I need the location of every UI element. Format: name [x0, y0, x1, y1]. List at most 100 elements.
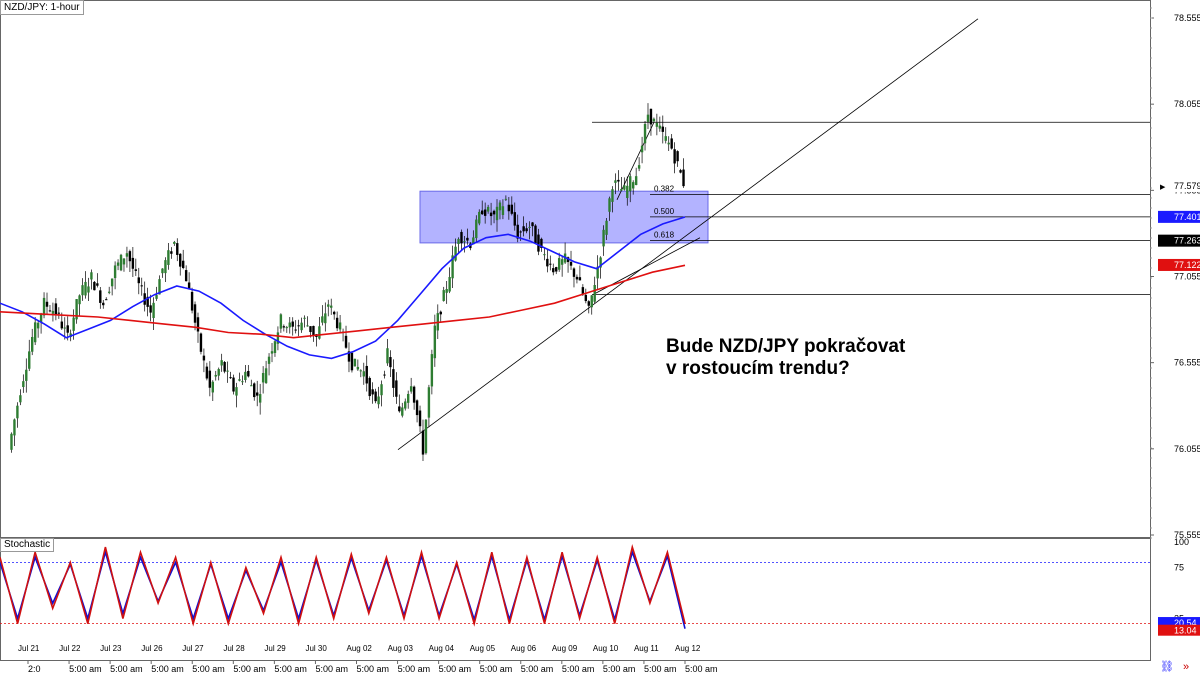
candle-up [235, 387, 238, 396]
candle-up [614, 180, 617, 183]
candle-down [587, 301, 590, 306]
candle-down [415, 400, 419, 416]
candle-down [421, 430, 425, 455]
x-sub-label: 5:00 am [480, 664, 513, 674]
candle-down [335, 317, 339, 329]
candle-up [63, 327, 66, 329]
swing-line [616, 122, 655, 200]
y-tick-label: 78.555 [1174, 13, 1200, 23]
candle-down [256, 392, 259, 396]
candle-up [13, 419, 16, 436]
candle-up [250, 385, 253, 387]
candle-down [294, 329, 297, 331]
price-tag-label: 77.579 [1174, 181, 1200, 191]
indicator-label: Stochastic [0, 538, 55, 552]
candle-up [288, 322, 291, 328]
candle-down [531, 222, 534, 227]
candle-down [344, 335, 348, 348]
candle-up [211, 381, 214, 393]
candle-down [184, 270, 188, 282]
candle-down [309, 326, 312, 333]
candle-up [279, 314, 283, 329]
candle-down [439, 311, 442, 315]
candle-down [282, 326, 286, 328]
candle-up [33, 322, 37, 343]
candle-up [161, 268, 164, 274]
x-tick-label: Aug 03 [388, 644, 414, 653]
x-sub-label: 5:00 am [151, 664, 184, 674]
candle-up [318, 326, 321, 339]
candle-down [149, 305, 152, 313]
x-sub-label: 5:00 am [274, 664, 307, 674]
x-sub-label: 5:00 am [398, 664, 431, 674]
candle-down [392, 369, 395, 388]
candle-up [557, 258, 561, 270]
candle-down [383, 374, 386, 376]
price-tag-label: 77.122 [1174, 260, 1200, 270]
x-sub-label: 5:00 am [521, 664, 554, 674]
x-sub-label: 5:00 am [685, 664, 718, 674]
candle-up [155, 295, 158, 299]
candle-up [442, 290, 445, 301]
candle-down [661, 126, 664, 132]
candle-down [537, 234, 540, 252]
candle-up [113, 265, 117, 279]
candle-up [244, 371, 247, 381]
candle-up [119, 254, 123, 271]
candle-down [140, 285, 143, 287]
candle-up [16, 405, 19, 419]
fib-label: 0.500 [654, 207, 675, 216]
candle-down [60, 321, 64, 329]
chain-link-icon[interactable]: ⛓ [1160, 661, 1174, 673]
candle-down [368, 377, 371, 397]
candle-up [626, 185, 629, 199]
price-chart[interactable]: 78.55578.05577.55577.05576.55576.05575.5… [0, 0, 1200, 675]
x-tick-label: Jul 21 [18, 644, 40, 653]
double-chevron-right-icon[interactable]: » [1183, 661, 1189, 673]
stoch-k-line [0, 544, 686, 627]
candle-up [173, 241, 176, 244]
candle-up [36, 322, 40, 329]
candle-up [631, 182, 635, 189]
price-tag-label: 77.401 [1174, 212, 1200, 222]
candle-down [513, 212, 516, 226]
candle-up [42, 297, 46, 316]
candle-down [525, 228, 528, 232]
x-tick-label: Aug 04 [429, 644, 455, 653]
x-tick-label: Jul 30 [305, 644, 327, 653]
candle-down [131, 257, 135, 269]
candle-up [330, 305, 333, 308]
candle-down [460, 231, 463, 244]
candle-up [356, 366, 360, 370]
x-sub-label: 5:00 am [315, 664, 348, 674]
main-plot-frame [0, 0, 1151, 538]
x-tick-label: Jul 26 [141, 644, 163, 653]
x-tick-label: Aug 12 [675, 644, 701, 653]
x-sub-label: 5:00 am [644, 664, 677, 674]
candle-up [637, 165, 641, 169]
candle-down [365, 365, 368, 384]
candle-up [401, 407, 404, 416]
stoch-y-tick-label: 100 [1174, 537, 1189, 547]
candle-down [54, 303, 58, 315]
candle-down [389, 357, 392, 368]
x-sub-label: 2:0 [28, 664, 41, 674]
candle-up [285, 327, 289, 329]
candle-up [214, 374, 217, 377]
candle-up [448, 277, 451, 292]
candle-up [634, 176, 638, 186]
candle-up [623, 185, 626, 190]
candle-up [643, 123, 647, 144]
candle-up [28, 351, 31, 369]
candle-up [167, 250, 170, 265]
candle-up [590, 295, 593, 308]
candle-up [620, 188, 623, 191]
candle-down [232, 377, 235, 392]
x-tick-label: Jul 23 [100, 644, 122, 653]
candle-up [107, 291, 111, 293]
candle-down [522, 226, 525, 232]
candle-up [528, 226, 531, 228]
candle-down [48, 310, 52, 312]
candle-up [217, 369, 220, 376]
stoch-value-tag-label: 13.04 [1174, 626, 1197, 636]
